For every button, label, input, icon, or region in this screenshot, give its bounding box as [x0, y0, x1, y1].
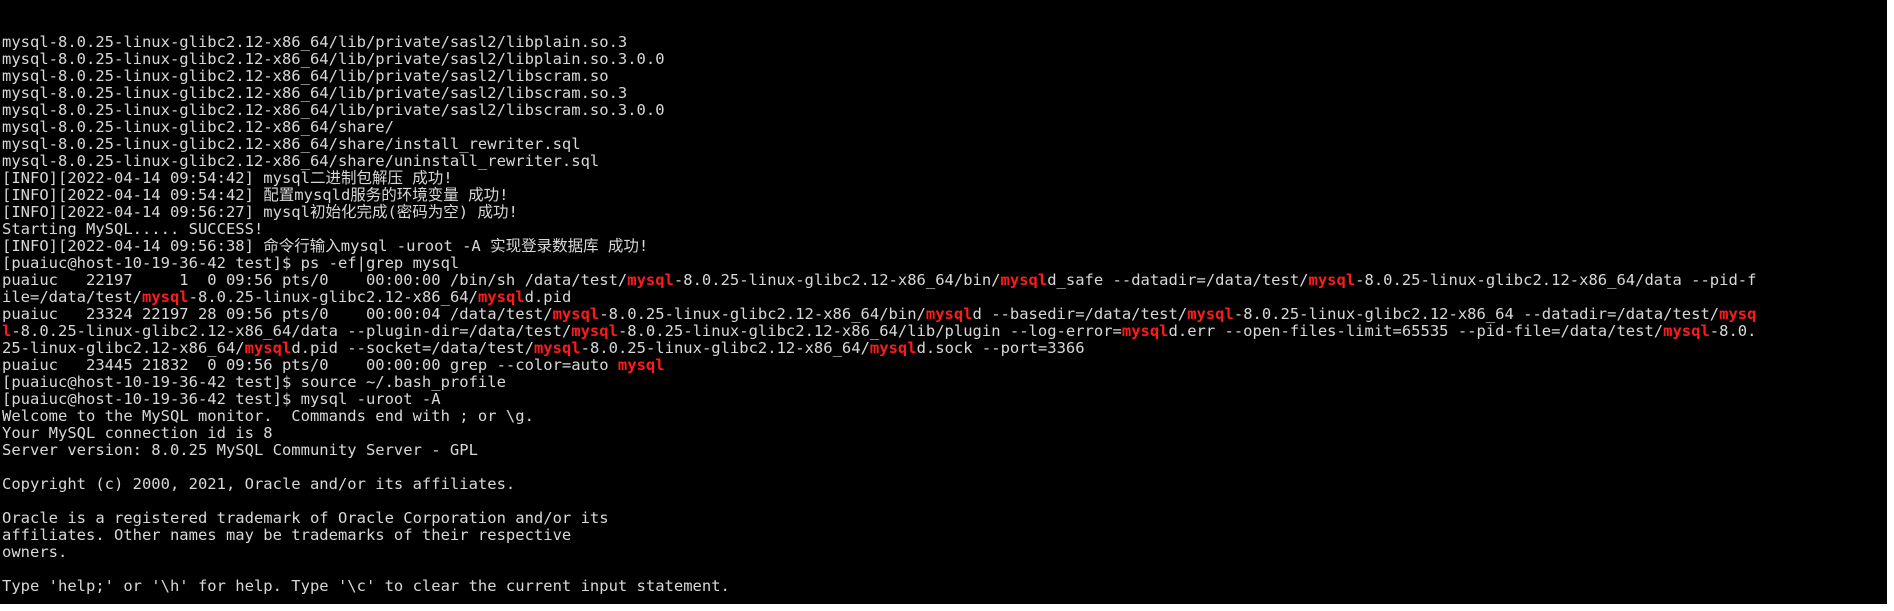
terminal-line: l-8.0.25-linux-glibc2.12-x86_64/data --p…: [2, 322, 1757, 340]
grep-match: mysql: [617, 356, 665, 374]
terminal-line: [INFO][2022-04-14 09:54:42] 配置mysqld服务的环…: [2, 186, 509, 204]
terminal-line: Welcome to the MySQL monitor. Commands e…: [2, 407, 534, 425]
grep-match: mysql: [1308, 271, 1356, 289]
terminal-output: mysql-8.0.25-linux-glibc2.12-x86_64/lib/…: [0, 33, 1887, 604]
grep-match: mysql: [1121, 322, 1169, 340]
terminal-line: [INFO][2022-04-14 09:56:38] 命令行输入mysql -…: [2, 237, 649, 255]
terminal-line: [puaiuc@host-10-19-36-42 test]$ mysql -u…: [2, 390, 441, 408]
terminal-line: ile=/data/test/mysql-8.0.25-linux-glibc2…: [2, 288, 572, 306]
grep-match: mysql: [1000, 271, 1048, 289]
terminal-line: mysql-8.0.25-linux-glibc2.12-x86_64/lib/…: [2, 101, 665, 119]
terminal-line: puaiuc 23445 21832 0 09:56 pts/0 00:00:0…: [2, 356, 665, 374]
grep-match: mysq: [1719, 305, 1757, 323]
terminal-line: Copyright (c) 2000, 2021, Oracle and/or …: [2, 475, 516, 493]
terminal-line: mysql-8.0.25-linux-glibc2.12-x86_64/shar…: [2, 135, 581, 153]
terminal-line: Starting MySQL..... SUCCESS!: [2, 220, 264, 238]
grep-match: mysql: [1187, 305, 1234, 323]
terminal-line: 25-linux-glibc2.12-x86_64/mysqld.pid --s…: [2, 339, 1085, 357]
window-edge: [1890, 0, 1894, 611]
grep-match: l: [2, 322, 12, 340]
terminal-line: mysql-8.0.25-linux-glibc2.12-x86_64/lib/…: [2, 50, 665, 68]
grep-match: mysql: [477, 288, 525, 306]
grep-match: mysql: [244, 339, 292, 357]
grep-match: mysql: [869, 339, 917, 357]
terminal-line: Type 'help;' or '\h' for help. Type '\c'…: [2, 577, 730, 595]
terminal-line: owners.: [2, 543, 68, 561]
terminal-line: puaiuc 23324 22197 28 09:56 pts/0 00:00:…: [2, 305, 1757, 323]
terminal-line: mysql-8.0.25-linux-glibc2.12-x86_64/shar…: [2, 152, 600, 170]
terminal-line: [INFO][2022-04-14 09:56:27] mysql初始化完成(密…: [2, 203, 518, 221]
terminal-line: affiliates. Other names may be trademark…: [2, 526, 572, 544]
grep-match: mysql: [533, 339, 581, 357]
grep-match: mysql: [571, 322, 618, 340]
grep-match: mysql: [141, 288, 189, 306]
terminal-line: mysql-8.0.25-linux-glibc2.12-x86_64/lib/…: [2, 33, 628, 51]
grep-match: mysql: [1663, 322, 1710, 340]
terminal-line: [puaiuc@host-10-19-36-42 test]$ ps -ef|g…: [2, 254, 460, 272]
terminal-window[interactable]: mysql-8.0.25-linux-glibc2.12-x86_64/lib/…: [0, 0, 1890, 607]
terminal-line: mysql-8.0.25-linux-glibc2.12-x86_64/lib/…: [2, 67, 609, 85]
grep-match: mysql: [627, 271, 674, 289]
terminal-line: mysql-8.0.25-linux-glibc2.12-x86_64/shar…: [2, 118, 394, 136]
terminal-line: mysql-8.0.25-linux-glibc2.12-x86_64/lib/…: [2, 84, 628, 102]
grep-match: mysql: [925, 305, 973, 323]
terminal-line: [puaiuc@host-10-19-36-42 test]$ source ~…: [2, 373, 506, 391]
terminal-line: Server version: 8.0.25 MySQL Community S…: [2, 441, 478, 459]
terminal-line: Oracle is a registered trademark of Orac…: [2, 509, 609, 527]
grep-match: mysql: [552, 305, 600, 323]
terminal-line: Your MySQL connection id is 8: [2, 424, 273, 442]
terminal-line: [INFO][2022-04-14 09:54:42] mysql二进制包解压 …: [2, 169, 453, 187]
terminal-line: puaiuc 22197 1 0 09:56 pts/0 00:00:00 /b…: [2, 271, 1757, 289]
